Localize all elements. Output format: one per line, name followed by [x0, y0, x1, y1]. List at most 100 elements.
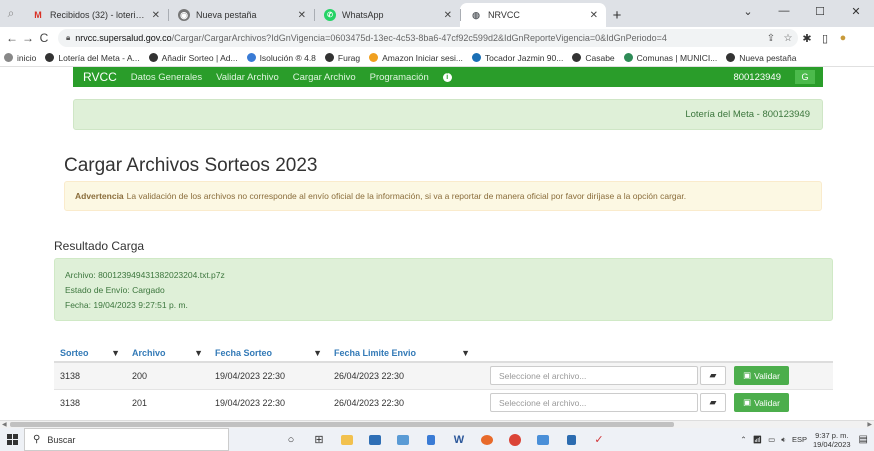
brand-link[interactable]: RVCC	[83, 70, 117, 84]
notifications-icon[interactable]: ▤	[859, 434, 868, 445]
cell-archivo: 200	[126, 361, 209, 389]
share-icon[interactable]: ⇪	[764, 33, 778, 44]
tab-whatsapp[interactable]: ✆ WhatsApp ✕	[314, 3, 460, 27]
folder-open-icon[interactable]: ▰	[700, 393, 726, 413]
nav-datos-generales[interactable]: Datos Generales	[131, 72, 202, 83]
column-header-fecha-limite[interactable]: Fecha Limite Envio ▼	[328, 344, 484, 363]
scrollbar-thumb[interactable]	[10, 422, 674, 427]
tab-list-icon[interactable]: ⌄	[730, 0, 766, 22]
nav-cargar-archivo[interactable]: Cargar Archivo	[293, 72, 356, 83]
new-tab-button[interactable]: +	[606, 3, 628, 27]
profile-icon[interactable]: ●	[834, 32, 852, 44]
column-header-sorteo[interactable]: Sorteo ▼	[54, 344, 126, 363]
filter-icon[interactable]: ▼	[461, 348, 470, 358]
close-window-button[interactable]: ✕	[838, 0, 874, 22]
tab-nrvcc[interactable]: ◍ NRVCC ✕	[460, 3, 606, 27]
column-header-fecha-sorteo[interactable]: Fecha Sorteo ▼	[209, 344, 328, 363]
cell-sorteo: 3138	[54, 361, 126, 389]
validate-label: Validar	[754, 370, 780, 381]
check-app-icon[interactable]: ✓	[585, 428, 613, 451]
bookmark-comunas[interactable]: Comunas | MUNICI...	[623, 52, 718, 63]
forward-button[interactable]: →	[20, 31, 36, 45]
result-date: Fecha: 19/04/2023 9:27:51 p. m.	[65, 300, 188, 310]
mail-icon[interactable]	[361, 428, 389, 451]
close-icon[interactable]: ✕	[152, 10, 160, 21]
save-icon: ▣	[743, 370, 752, 381]
file-input[interactable]: Seleccione el archivo...	[490, 393, 698, 413]
tray-chevron-icon[interactable]: ⌃	[740, 435, 746, 444]
bookmark-nueva-pestana[interactable]: Nueva pestaña	[726, 53, 796, 63]
outlook-icon[interactable]	[529, 428, 557, 451]
task-view-icon[interactable]: ⊞	[305, 428, 333, 451]
bookmark-label: Comunas | MUNICI...	[636, 52, 718, 63]
windows-start-button[interactable]	[0, 428, 24, 451]
entity-name: Lotería del Meta - 800123949	[685, 109, 810, 120]
file-input[interactable]: Seleccione el archivo...	[490, 366, 698, 386]
battery-icon[interactable]: ▭	[768, 435, 775, 444]
minimize-button[interactable]: —	[766, 0, 802, 22]
nav-validar-archivo[interactable]: Validar Archivo	[216, 72, 279, 83]
close-icon[interactable]: ✕	[590, 10, 598, 21]
bookmark-isolucion[interactable]: Isolución ® 4.8	[246, 53, 316, 63]
language-indicator[interactable]: ESP	[792, 435, 807, 444]
taskbar-clock[interactable]: 9:37 p. m. 19/04/2023	[813, 431, 851, 449]
reload-button[interactable]: C	[36, 31, 52, 45]
bookmark-star-icon[interactable]: ☆	[781, 33, 795, 44]
bookmark-sorteo[interactable]: Añadir Sorteo | Ad...	[148, 53, 238, 63]
filter-icon[interactable]: ▼	[194, 348, 203, 358]
maximize-button[interactable]: ☐	[802, 0, 838, 22]
bookmark-furag[interactable]: Furag	[324, 53, 360, 63]
header-label: Sorteo	[60, 347, 89, 358]
chrome-taskbar-icon[interactable]	[501, 428, 529, 451]
side-panel-icon[interactable]: ▯	[816, 32, 834, 45]
word-icon[interactable]: W	[445, 428, 473, 451]
address-bar[interactable]: 🔒︎ nrvcc.supersalud.gov.co/Cargar/Cargar…	[58, 29, 798, 47]
browser-tab-strip: ⌕ M Recibidos (32) - loteriadelmeta@ ✕ ◉…	[0, 0, 874, 27]
globe-icon	[324, 53, 334, 62]
office-icon[interactable]	[473, 428, 501, 451]
bookmark-amazon[interactable]: Amazon Iniciar sesi...	[369, 53, 463, 63]
page-content: RVCC Datos Generales Validar Archivo Car…	[0, 67, 874, 420]
tab-gmail[interactable]: M Recibidos (32) - loteriadelmeta@ ✕	[22, 3, 168, 27]
chrome-icon: ◉	[178, 9, 190, 21]
cortana-icon[interactable]: ○	[277, 428, 305, 451]
scroll-left-arrow[interactable]: ◀	[2, 421, 7, 428]
store-icon[interactable]	[417, 428, 445, 451]
info-icon[interactable]: i	[442, 72, 452, 82]
bookmark-label: Casabe	[585, 52, 615, 63]
photos-icon[interactable]	[389, 428, 417, 451]
validate-button[interactable]: ▣ Validar	[734, 393, 789, 413]
tab-search-icon[interactable]: ⌕	[0, 0, 22, 27]
folder-open-icon[interactable]: ▰	[700, 366, 726, 386]
volume-icon[interactable]: 🔉︎	[781, 435, 786, 445]
column-header-archivo[interactable]: Archivo ▼	[126, 344, 209, 363]
logout-icon[interactable]: G	[795, 70, 815, 84]
extensions-icon[interactable]: ✱	[798, 32, 816, 45]
horizontal-scrollbar[interactable]: ◀ ▶	[0, 420, 874, 428]
nav-programacion[interactable]: Programación	[370, 72, 429, 83]
taskbar-search-box[interactable]: ⚲ Buscar	[24, 428, 229, 451]
back-button[interactable]: ←	[4, 31, 20, 45]
cell-fecha-limite: 26/04/2023 22:30	[328, 361, 484, 389]
lock-icon[interactable]: 🔒︎	[66, 33, 70, 43]
media-icon[interactable]	[557, 428, 585, 451]
header-label: Fecha Limite Envio	[334, 347, 417, 358]
network-icon[interactable]: 📶︎	[753, 435, 763, 444]
file-explorer-icon[interactable]	[333, 428, 361, 451]
close-icon[interactable]: ✕	[298, 10, 306, 21]
bookmark-loteria[interactable]: Lotería del Meta - A...	[45, 53, 140, 63]
bookmark-inicio[interactable]: inicio	[4, 53, 36, 63]
validate-button[interactable]: ▣ Validar	[734, 366, 789, 386]
filter-icon[interactable]: ▼	[111, 348, 120, 358]
tab-new-tab[interactable]: ◉ Nueva pestaña ✕	[168, 3, 314, 27]
isolucion-icon	[246, 53, 256, 62]
bookmark-tocador[interactable]: Tocador Jazmin 90...	[471, 52, 564, 63]
filter-icon[interactable]: ▼	[313, 348, 322, 358]
close-icon[interactable]: ✕	[444, 10, 452, 21]
bookmark-casabe[interactable]: Casabe	[572, 52, 615, 63]
system-tray: ⌃ 📶︎ ▭ 🔉︎ ESP 9:37 p. m. 19/04/2023 ▤	[740, 428, 874, 451]
tab-title: NRVCC	[488, 10, 520, 20]
window-controls: ⌄ — ☐ ✕	[730, 0, 874, 22]
scroll-right-arrow[interactable]: ▶	[867, 421, 872, 428]
bookmark-label: Tocador Jazmin 90...	[484, 52, 564, 63]
